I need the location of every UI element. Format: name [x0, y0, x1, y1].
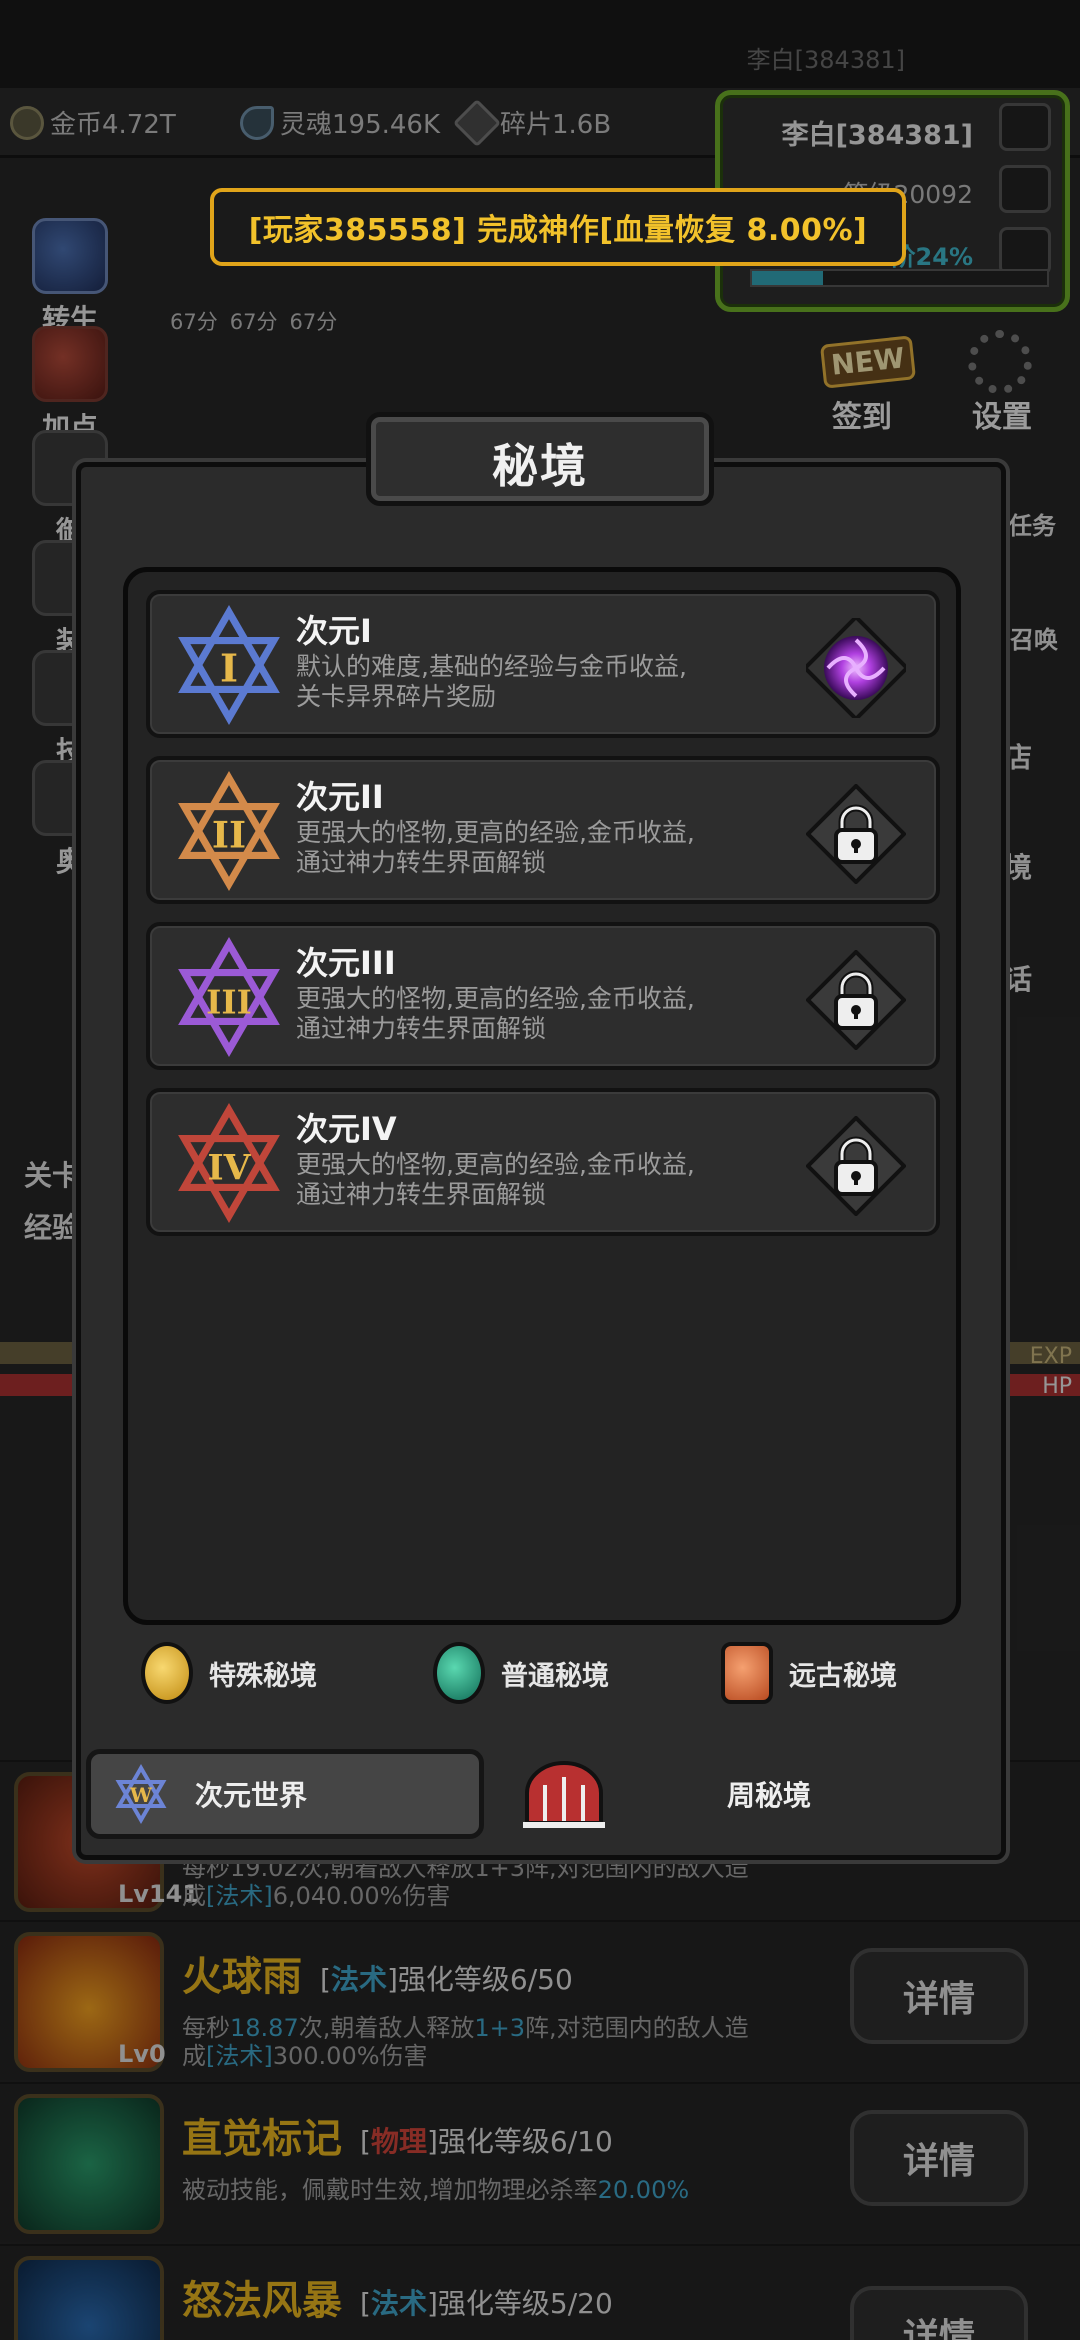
modal-title-plate: 秘境 [348, 400, 732, 518]
dimension-description: 更强大的怪物,更高的经验,金币收益, 通过神力转生界面解锁 [296, 984, 695, 1043]
tab-dimension-world[interactable]: W 次元世界 [86, 1749, 484, 1839]
dimension-name: 次元IV [296, 1110, 397, 1148]
dimension-name: 次元III [296, 944, 396, 982]
tab-ancient-realm[interactable]: 远古秘境 [721, 1642, 897, 1704]
dimension-emblem-icon: I [178, 605, 280, 725]
dimension-emblem-icon: II [178, 771, 280, 891]
svg-text:W: W [129, 1783, 153, 1807]
dimension-list: I 次元I 默认的难度,基础的经验与金币收益, 关卡异界碎片奖励 II 次元II [123, 567, 961, 1625]
dimension-emblem-icon: III [178, 937, 280, 1057]
hexagram-w-icon: W [115, 1764, 167, 1824]
dimension-description: 默认的难度,基础的经验与金币收益, 关卡异界碎片奖励 [296, 652, 687, 711]
tab-weekly-realm[interactable]: 周秘境 [501, 1749, 941, 1839]
secret-realm-modal: I 次元I 默认的难度,基础的经验与金币收益, 关卡异界碎片奖励 II 次元II [76, 462, 1006, 1860]
svg-text:I: I [220, 646, 238, 691]
gate-icon [523, 1761, 605, 1828]
dimension-row-1[interactable]: I 次元I 默认的难度,基础的经验与金币收益, 关卡异界碎片奖励 [146, 590, 940, 738]
lock-icon [806, 950, 906, 1050]
dimension-row-4[interactable]: IV 次元IV 更强大的怪物,更高的经验,金币收益, 通过神力转生界面解锁 [146, 1088, 940, 1236]
tab-special-realm[interactable]: 特殊秘境 [141, 1642, 317, 1704]
tab-normal-realm[interactable]: 普通秘境 [433, 1642, 609, 1704]
dimension-name: 次元II [296, 778, 384, 816]
dimension-emblem-icon: IV [178, 1103, 280, 1223]
svg-text:III: III [206, 982, 252, 1021]
lock-icon [806, 1116, 906, 1216]
realm-category-tabs: 特殊秘境 普通秘境 远古秘境 [81, 1642, 1001, 1712]
dimension-row-2[interactable]: II 次元II 更强大的怪物,更高的经验,金币收益, 通过神力转生界面解锁 [146, 756, 940, 904]
dimension-description: 更强大的怪物,更高的经验,金币收益, 通过神力转生界面解锁 [296, 1150, 695, 1209]
ancient-gem-icon [721, 1642, 773, 1704]
modal-title: 秘境 [492, 439, 588, 493]
lock-icon [806, 784, 906, 884]
dimension-row-3[interactable]: III 次元III 更强大的怪物,更高的经验,金币收益, 通过神力转生界面解锁 [146, 922, 940, 1070]
svg-text:II: II [212, 813, 246, 856]
dimension-description: 更强大的怪物,更高的经验,金币收益, 通过神力转生界面解锁 [296, 818, 695, 877]
portal-icon[interactable] [806, 618, 906, 718]
announcement-banner: [玩家385558] 完成神作[血量恢复 8.00%] [210, 188, 906, 266]
svg-text:IV: IV [208, 1148, 252, 1188]
green-gem-icon [433, 1642, 485, 1704]
dimension-name: 次元I [296, 612, 372, 650]
world-switcher: W 次元世界 周秘境 [81, 1749, 1001, 1839]
gold-gem-icon [141, 1642, 193, 1704]
